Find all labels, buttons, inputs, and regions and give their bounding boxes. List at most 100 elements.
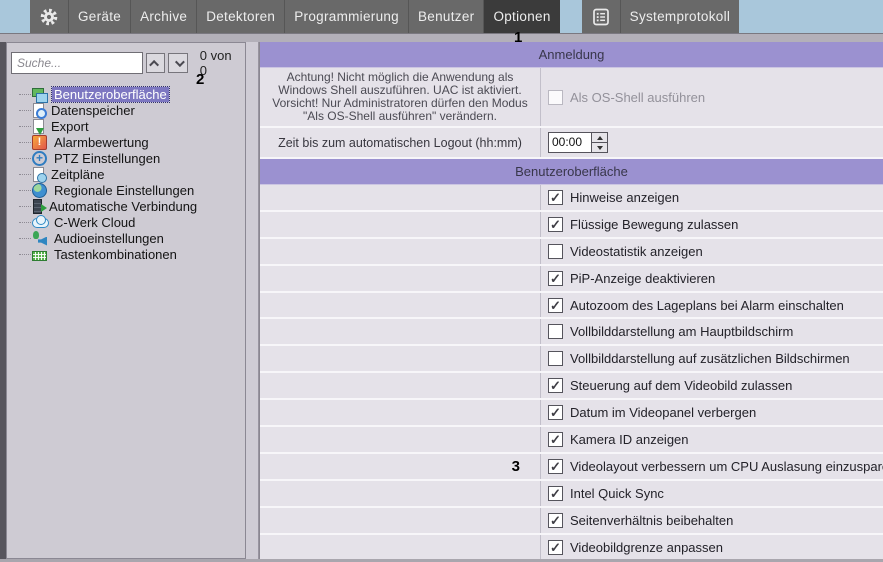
tree-item[interactable]: Export [19, 118, 241, 135]
tree-item[interactable]: Audioeinstellungen [19, 230, 241, 246]
tree-item[interactable]: Datenspeicher [19, 102, 241, 119]
tree-item-label: Zeitpläne [51, 166, 105, 182]
search-input[interactable] [11, 52, 143, 74]
search-next-button[interactable] [168, 53, 188, 73]
top-tab[interactable]: Geräte [68, 0, 130, 33]
shell-warning-text: Achtung! Nicht möglich die Anwendung als… [260, 68, 541, 126]
checkbox[interactable] [548, 512, 563, 528]
log-report-icon [592, 8, 609, 25]
checkbox-label: Vollbilddarstellung auf zusätzlichen Bil… [570, 351, 850, 367]
checkbox-row: Hinweise anzeigen [260, 185, 883, 212]
tree-item-label: Alarmbewertung [54, 134, 149, 150]
checkbox[interactable] [548, 539, 563, 555]
spinner-up-button[interactable] [592, 133, 607, 143]
tree-connector [19, 221, 31, 223]
tree-item-label: Audioeinstellungen [54, 230, 164, 246]
checkbox-row: Seitenverhältnis beibehalten [260, 507, 883, 535]
systemlog-icon-tab[interactable] [582, 0, 620, 33]
search-prev-button[interactable] [146, 53, 166, 73]
checkbox-row: 3 Videolayout verbessern um CPU Auslasun… [260, 453, 883, 481]
checkbox[interactable] [548, 189, 563, 205]
checkbox[interactable] [548, 324, 563, 340]
checkbox-row: PiP-Anzeige deaktivieren [260, 265, 883, 293]
top-tab[interactable]: Programmierung [284, 0, 408, 33]
top-tab[interactable]: Detektoren [196, 0, 284, 33]
tree-connector [19, 125, 31, 127]
topbar-corner [0, 0, 30, 33]
checkbox[interactable] [548, 270, 563, 286]
checkbox[interactable] [548, 485, 563, 501]
tree-item-label: Export [51, 118, 89, 134]
top-tab-bar: Geräte Archive Detektoren Programmierung… [0, 0, 883, 33]
tree-item[interactable]: Regionale Einstellungen [19, 182, 241, 198]
annotation-step-1: 1 [514, 29, 523, 46]
checkbox[interactable] [548, 216, 563, 232]
checkbox-row: Flüssige Bewegung zulassen [260, 211, 883, 239]
os-shell-row: Achtung! Nicht möglich die Anwendung als… [260, 68, 883, 128]
splitter[interactable] [246, 42, 259, 559]
checkbox-label: Flüssige Bewegung zulassen [570, 216, 739, 232]
checkbox[interactable] [548, 297, 563, 313]
checkbox-label: Videostatistik anzeigen [570, 243, 703, 259]
tree-item[interactable]: Alarmbewertung [19, 134, 241, 150]
logout-row: Zeit bis zum automatischen Logout (hh:mm… [260, 128, 883, 159]
tree-item[interactable]: Automatische Verbindung [19, 198, 241, 214]
tree-connector [19, 189, 31, 191]
tree-item-label: Regionale Einstellungen [54, 182, 195, 198]
tree-item-icon [33, 102, 47, 119]
section-header-benutzeroberflaeche: Benutzeroberfläche [260, 159, 883, 185]
checkbox-row: Intel Quick Sync [260, 480, 883, 508]
tree-item-icon [32, 87, 48, 103]
checkbox[interactable] [548, 458, 563, 474]
tree-item-icon [32, 230, 47, 246]
spinner-down-button[interactable] [592, 143, 607, 152]
tree-connector [19, 141, 31, 143]
tree-item-label: C-Werk Cloud [54, 214, 136, 230]
checkbox-row: Kamera ID anzeigen [260, 427, 883, 454]
tree-item-icon [32, 214, 49, 230]
chevron-up-icon [149, 59, 160, 70]
tree-item-icon [32, 134, 47, 150]
checkbox[interactable] [548, 243, 563, 259]
tree-connector [19, 237, 31, 239]
checkbox-label: Autozoom des Lageplans bei Alarm einscha… [570, 297, 844, 313]
checkbox-label: Datum im Videopanel verbergen [570, 405, 757, 421]
settings-gear-tab[interactable] [30, 0, 68, 33]
toolbar-strip [0, 33, 883, 42]
content-area: 0 von 0 Benutzeroberfläche Datenspeicher [0, 42, 883, 559]
tab-list: Geräte Archive Detektoren Programmierung… [68, 0, 560, 33]
options-panel: Anmeldung Achtung! Nicht möglich die Anw… [259, 42, 883, 559]
tree-connector [19, 157, 31, 159]
tree-connector [19, 93, 31, 95]
checkbox[interactable] [548, 351, 563, 367]
checkbox[interactable] [548, 405, 563, 421]
topbar-gap [560, 0, 582, 33]
checkbox-label: Videolayout verbessern um CPU Auslasung … [570, 458, 883, 474]
tree-item-icon [33, 198, 47, 214]
tree-item-icon [33, 118, 44, 135]
tree-item[interactable]: Benutzeroberfläche [19, 85, 241, 103]
top-tab[interactable]: Benutzer [408, 0, 483, 33]
logout-time-spinner[interactable]: 00:00 [548, 132, 608, 153]
checkbox-row: Videobildgrenze anpassen [260, 534, 883, 559]
section-header-anmeldung: Anmeldung [260, 42, 883, 68]
tree-item-label: Automatische Verbindung [49, 198, 198, 214]
checkbox-label: Intel Quick Sync [570, 485, 664, 501]
tree-connector [19, 173, 31, 175]
checkbox[interactable] [548, 431, 563, 447]
os-shell-checkbox[interactable] [548, 89, 563, 105]
checkbox-row: Vollbilddarstellung auf zusätzlichen Bil… [260, 346, 883, 374]
checkbox-row: Steuerung auf dem Videobild zulassen [260, 373, 883, 401]
tree-item[interactable]: Zeitpläne [19, 166, 241, 183]
tree-item[interactable]: Tastenkombinationen [19, 246, 241, 262]
gear-icon [40, 8, 58, 25]
tree-item-icon [33, 166, 47, 183]
os-shell-label: Als OS-Shell ausführen [570, 89, 706, 105]
top-tab[interactable]: Archive [130, 0, 196, 33]
checkbox[interactable] [548, 378, 563, 394]
options-sidebar: 0 von 0 Benutzeroberfläche Datenspeicher [6, 42, 246, 559]
checkbox-row: Vollbilddarstellung am Hauptbildschirm [260, 319, 883, 347]
tab-systemprotokoll[interactable]: Systemprotokoll [619, 0, 740, 33]
tree-item[interactable]: C-Werk Cloud [19, 214, 241, 230]
tree-item[interactable]: PTZ Einstellungen [19, 150, 241, 166]
